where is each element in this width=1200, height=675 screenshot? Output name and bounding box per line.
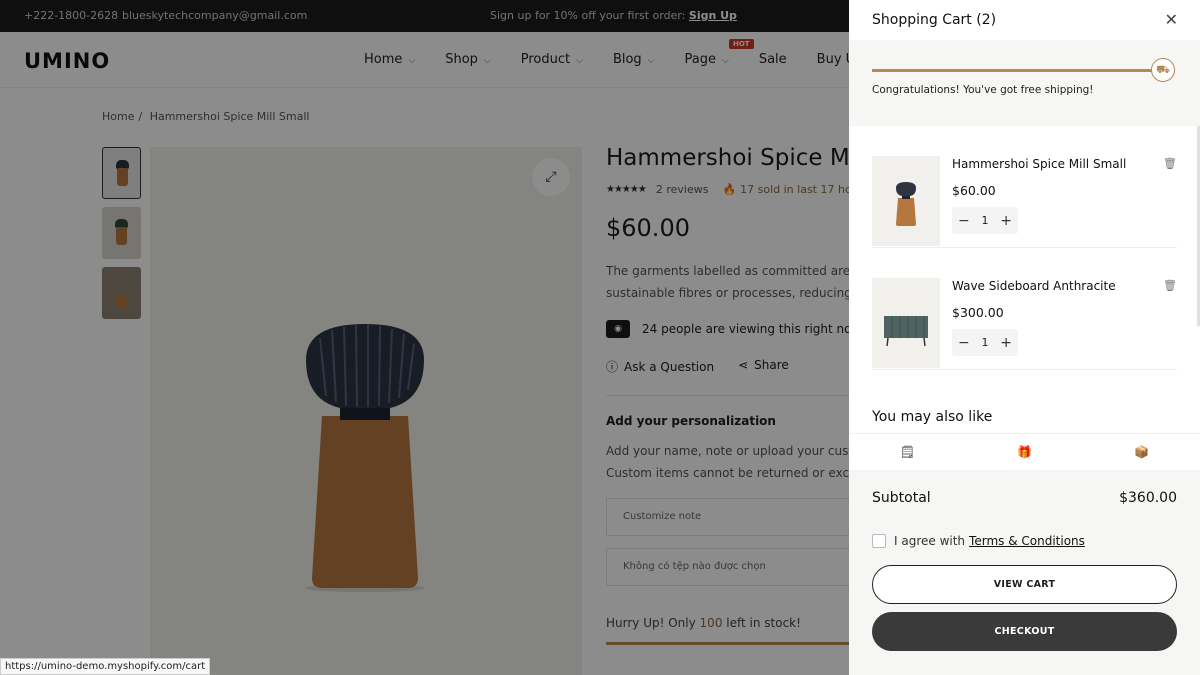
minus-icon[interactable]: − <box>958 213 970 229</box>
note-icon[interactable]: 🗒 <box>849 434 966 469</box>
agree-text: I agree with <box>894 534 966 548</box>
trash-icon[interactable]: 🗑 <box>1163 157 1177 170</box>
minus-icon[interactable]: − <box>958 335 970 351</box>
free-shipping-progress <box>872 69 1157 72</box>
spice-mill-thumb <box>896 182 916 226</box>
terms-agreement: I agree with Terms & Conditions <box>872 534 1085 548</box>
quantity-stepper: − 1 + <box>952 329 1018 356</box>
quantity-value[interactable]: 1 <box>982 214 989 227</box>
cart-item-price: $300.00 <box>952 305 1004 320</box>
trash-icon[interactable]: 🗑 <box>1163 279 1177 292</box>
cart-title: Shopping Cart (2) <box>872 12 997 28</box>
also-like-heading: You may also like <box>872 409 993 425</box>
close-icon[interactable]: ✕ <box>1165 10 1178 29</box>
shipping-message: Congratulations! You've got free shippin… <box>872 84 1094 96</box>
cart-tools: 🗒 🎁 📦 <box>849 433 1200 469</box>
terms-checkbox[interactable] <box>872 534 886 548</box>
plus-icon[interactable]: + <box>1000 213 1012 229</box>
quantity-stepper: − 1 + <box>952 207 1018 234</box>
cart-items: Hammershoi Spice Mill Small $60.00 🗑 − 1… <box>849 126 1200 370</box>
box-icon[interactable]: 📦 <box>1083 434 1200 469</box>
subtotal-label: Subtotal <box>872 490 931 506</box>
subtotal-value: $360.00 <box>1119 490 1177 506</box>
view-cart-button[interactable]: VIEW CART <box>872 565 1177 604</box>
cart-footer: Subtotal $360.00 I agree with Terms & Co… <box>849 470 1200 675</box>
cart-item: Hammershoi Spice Mill Small $60.00 🗑 − 1… <box>872 126 1177 248</box>
gift-icon[interactable]: 🎁 <box>966 434 1083 469</box>
cart-item-price: $60.00 <box>952 183 996 198</box>
cart-header: Shopping Cart (2) ✕ <box>849 0 1200 40</box>
truck-icon: ⛟ <box>1151 58 1175 82</box>
status-url-tooltip: https://umino-demo.myshopify.com/cart <box>0 658 211 675</box>
cart-drawer: Shopping Cart (2) ✕ ⛟ Congratulations! Y… <box>849 0 1200 675</box>
cart-item-image[interactable] <box>872 278 940 368</box>
cart-item-name[interactable]: Hammershoi Spice Mill Small <box>952 157 1126 171</box>
cart-item-image[interactable] <box>872 156 940 246</box>
checkout-button[interactable]: CHECKOUT <box>872 612 1177 651</box>
sideboard-thumb <box>884 316 928 347</box>
free-shipping-panel: ⛟ <box>849 40 1200 126</box>
cart-item: Wave Sideboard Anthracite $300.00 🗑 − 1 … <box>872 248 1177 370</box>
plus-icon[interactable]: + <box>1000 335 1012 351</box>
cart-item-name[interactable]: Wave Sideboard Anthracite <box>952 279 1116 293</box>
quantity-value[interactable]: 1 <box>982 336 989 349</box>
terms-link[interactable]: Terms & Conditions <box>969 534 1085 548</box>
